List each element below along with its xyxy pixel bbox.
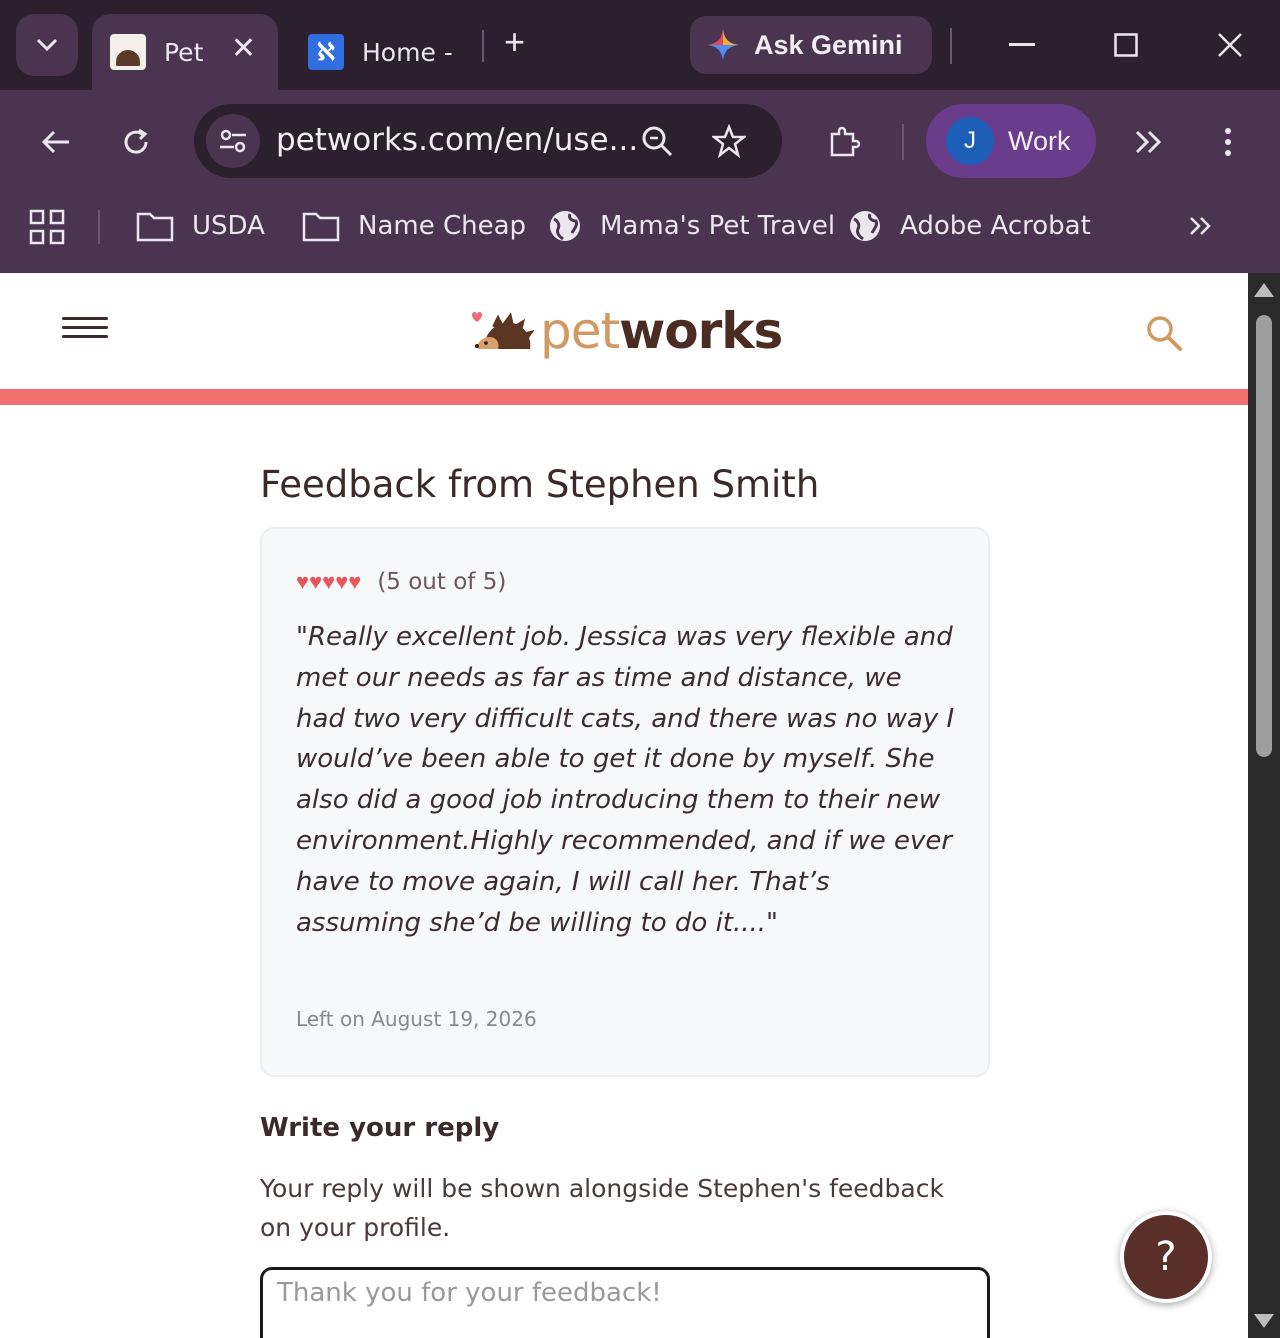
- back-arrow-icon[interactable]: [28, 114, 84, 170]
- bookmark-label: Adobe Acrobat: [900, 211, 1091, 241]
- chevron-double-right-icon[interactable]: [1120, 114, 1176, 170]
- tab-divider: [482, 30, 484, 62]
- close-tab-icon[interactable]: ✕: [231, 34, 256, 64]
- search-icon[interactable]: [1144, 313, 1184, 353]
- zoom-search-icon[interactable]: [638, 122, 676, 160]
- hedgehog-logo-icon: [464, 305, 535, 357]
- close-window-icon[interactable]: [1200, 20, 1260, 70]
- ask-gemini-button[interactable]: Ask Gemini: [690, 16, 932, 74]
- maximize-icon[interactable]: [1096, 20, 1156, 70]
- scrollbar-thumb[interactable]: [1256, 315, 1272, 757]
- browser-tabstrip: Pet ✕ ℵ Home - + Ask Gemini: [0, 0, 1280, 90]
- folder-icon: [302, 212, 340, 242]
- reply-textarea[interactable]: [260, 1267, 990, 1338]
- folder-icon: [136, 212, 174, 242]
- new-tab-plus-icon[interactable]: +: [504, 24, 525, 60]
- tab-search-button[interactable]: [16, 14, 78, 76]
- gemini-sparkle-icon: [706, 28, 740, 62]
- reply-heading: Write your reply: [260, 1113, 500, 1143]
- tab-petworks[interactable]: Pet ✕: [92, 14, 278, 90]
- help-button[interactable]: ?: [1120, 1211, 1212, 1303]
- petworks-logo[interactable]: petworks: [464, 299, 783, 363]
- feedback-date: Left on August 19, 2026: [296, 1007, 537, 1031]
- profile-label: Work: [1008, 125, 1071, 156]
- reload-icon[interactable]: [108, 114, 164, 170]
- tab-title: Home -: [362, 37, 453, 67]
- page-scrollbar[interactable]: [1248, 273, 1280, 1338]
- bookmark-label: Name Cheap: [358, 211, 527, 241]
- avatar: J: [946, 117, 994, 165]
- feedback-section: Feedback from Stephen Smith ♥♥♥♥♥ (5 out…: [260, 463, 990, 1338]
- ask-gemini-label: Ask Gemini: [754, 29, 903, 60]
- bookmark-star-icon[interactable]: [710, 122, 748, 160]
- extensions-puzzle-icon[interactable]: [816, 114, 872, 170]
- rating-text: (5 out of 5): [377, 569, 507, 595]
- header-accent-bar: [0, 389, 1248, 405]
- url-text[interactable]: petworks.com/en/use...: [276, 122, 638, 158]
- bookmark-mamas-pet-travel[interactable]: Mama's Pet Travel: [548, 206, 835, 246]
- rating-row: ♥♥♥♥♥ (5 out of 5): [296, 569, 506, 595]
- bookmark-label: Mama's Pet Travel: [600, 211, 836, 241]
- bookmark-name-cheap[interactable]: Name Cheap: [302, 206, 526, 246]
- bookmark-adobe-acrobat[interactable]: Adobe Acrobat: [848, 206, 1091, 246]
- apps-grid-icon[interactable]: [28, 208, 68, 248]
- feedback-quote: "Really excellent job. Jessica was very …: [296, 622, 955, 938]
- profile-button[interactable]: J Work: [926, 104, 1096, 178]
- logo-text-works: works: [619, 302, 783, 360]
- more-menu-icon[interactable]: [1200, 114, 1256, 170]
- bookmark-usda[interactable]: USDA: [136, 206, 265, 246]
- bookmark-label: USDA: [192, 211, 265, 241]
- address-bar[interactable]: petworks.com/en/use...: [194, 104, 782, 178]
- site-info-tune-icon[interactable]: [206, 114, 260, 168]
- petworks-favicon-icon: [110, 34, 146, 70]
- tab-home[interactable]: ℵ Home -: [292, 14, 472, 90]
- heart-rating-icons: ♥♥♥♥♥: [296, 569, 362, 594]
- toolbar-divider: [902, 124, 904, 160]
- globe-icon: [550, 211, 580, 241]
- page-title: Feedback from Stephen Smith: [260, 463, 820, 506]
- minimize-icon[interactable]: [992, 20, 1052, 70]
- window-controls-divider: [950, 28, 952, 64]
- hamburger-menu-icon[interactable]: [62, 317, 108, 341]
- bookmarks-divider: [98, 210, 100, 244]
- site-header: petworks: [0, 273, 1248, 389]
- chevron-down-icon: [36, 38, 58, 52]
- home-app-favicon-icon: ℵ: [308, 34, 344, 70]
- reply-description: Your reply will be shown alongside Steph…: [260, 1174, 944, 1242]
- tab-title: Pet: [164, 37, 204, 67]
- page-content: petworks Feedback from Stephen Smith ♥♥♥…: [0, 273, 1248, 1338]
- feedback-card: ♥♥♥♥♥ (5 out of 5) "Really excellent job…: [260, 527, 990, 1077]
- scroll-down-arrow-icon[interactable]: [1254, 1314, 1274, 1328]
- scroll-up-arrow-icon[interactable]: [1254, 283, 1274, 297]
- logo-text-pet: pet: [540, 302, 620, 360]
- bookmarks-overflow-chevron-icon[interactable]: [1182, 208, 1218, 244]
- globe-icon: [850, 211, 880, 241]
